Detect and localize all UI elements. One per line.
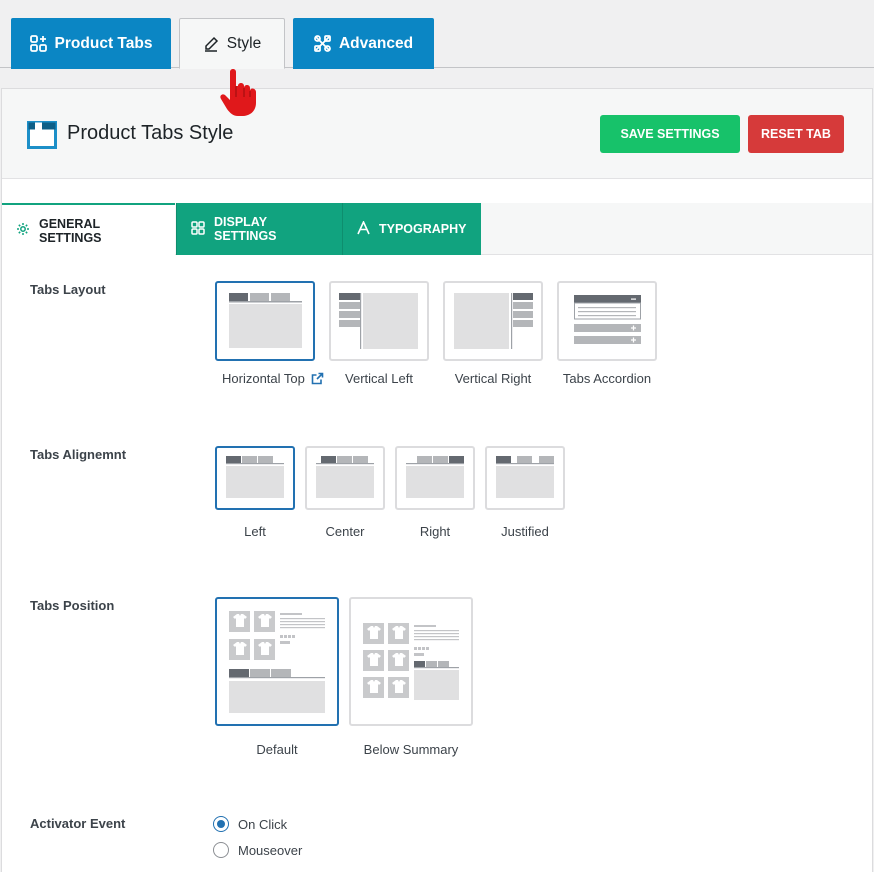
position-option-below-summary[interactable] (349, 597, 473, 726)
activator-event-label: Activator Event (30, 816, 126, 831)
layout-option-label: Vertical Right (454, 371, 532, 386)
subtab-general-settings[interactable]: GENERAL SETTINGS (2, 203, 175, 256)
tab-label: Advanced (338, 34, 414, 52)
apps-plus-icon (29, 35, 47, 52)
settings-subtab-bar: GENERAL SETTINGS DISPLAY SETTINGS TYPOGR… (2, 203, 872, 256)
tabs-alignment-label: Tabs Alignemnt (30, 447, 127, 462)
gear-icon (16, 222, 30, 239)
tab-product-tabs[interactable]: Product Tabs (11, 18, 171, 69)
alignment-option-label: Left (244, 524, 266, 539)
position-option-label: Default (256, 742, 298, 757)
alignment-option-right[interactable] (395, 446, 475, 510)
layout-option-horizontal-top[interactable] (215, 281, 315, 361)
radio-mouseover[interactable]: Mouseover (213, 842, 302, 858)
position-option-label: Below Summary (363, 742, 459, 757)
tabs-layout-label: Tabs Layout (30, 282, 106, 297)
radio-label: On Click (238, 816, 288, 832)
radio-button[interactable] (213, 842, 229, 858)
alignment-option-justified[interactable] (485, 446, 565, 510)
tab-label: Product Tabs (54, 34, 153, 52)
grid-icon (191, 220, 205, 238)
subtab-typography[interactable]: TYPOGRAPHY (342, 203, 481, 255)
radio-label: Mouseover (238, 842, 303, 858)
tab-label: Style (226, 34, 262, 52)
alignment-option-left[interactable] (215, 446, 295, 510)
layout-option-vertical-right[interactable] (443, 281, 543, 361)
alignment-option-label: Center (325, 524, 365, 539)
position-option-default[interactable] (215, 597, 339, 726)
tabs-position-label: Tabs Position (30, 598, 115, 613)
window-logo-icon (27, 121, 57, 149)
save-settings-button[interactable]: SAVE SETTINGS (600, 115, 740, 153)
panel-header: Product Tabs Style SAVE SETTINGS RESET T… (2, 89, 872, 179)
typography-icon (357, 219, 370, 238)
subtab-label: DISPLAY SETTINGS (214, 215, 277, 243)
tools-icon (314, 35, 331, 52)
alignment-option-label: Right (419, 524, 451, 539)
subtab-display-settings[interactable]: DISPLAY SETTINGS (176, 203, 342, 255)
external-link-icon[interactable] (311, 372, 324, 388)
layout-option-label: Vertical Left (345, 371, 413, 386)
radio-on-click[interactable]: On Click (213, 816, 287, 832)
layout-option-vertical-left[interactable] (329, 281, 429, 361)
pointer-hand-icon (219, 66, 259, 123)
page-title: Product Tabs Style (67, 122, 234, 144)
radio-button[interactable] (213, 816, 229, 832)
layout-option-tabs-accordion[interactable] (557, 281, 657, 361)
layout-option-label: Horizontal Top (215, 371, 335, 388)
pen-icon (203, 36, 219, 52)
subtab-label: TYPOGRAPHY (379, 222, 467, 236)
subtab-label: GENERAL SETTINGS (39, 216, 102, 245)
layout-option-label: Tabs Accordion (562, 371, 652, 386)
top-tab-bar: Product Tabs Style Advanced (0, 0, 874, 69)
tab-advanced[interactable]: Advanced (293, 18, 434, 69)
alignment-option-label: Justified (501, 524, 549, 539)
reset-tab-button[interactable]: RESET TAB (748, 115, 844, 153)
tab-style[interactable]: Style (179, 18, 285, 69)
alignment-option-center[interactable] (305, 446, 385, 510)
